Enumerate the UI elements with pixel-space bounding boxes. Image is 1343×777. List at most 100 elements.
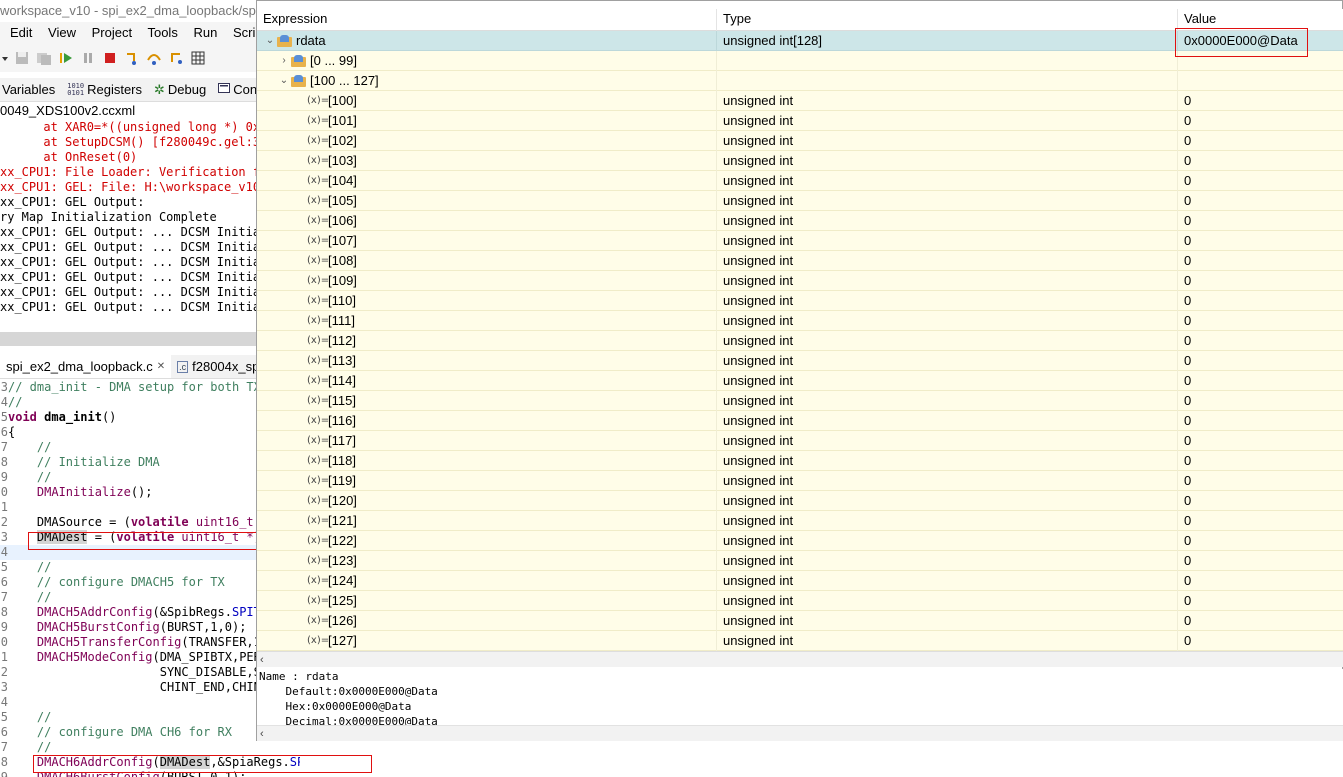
step-into-icon[interactable] [124, 50, 140, 66]
tab-debug[interactable]: ✲ Debug [148, 78, 212, 101]
element-value[interactable]: 0 [1178, 111, 1343, 131]
element-row[interactable]: (x)= [122] unsigned int 0 [257, 531, 1343, 551]
element-row[interactable]: (x)= [105] unsigned int 0 [257, 191, 1343, 211]
suspend-icon[interactable] [80, 50, 96, 66]
code-line[interactable]: 0 DMACH5TransferConfig(TRANSFER,1 [0, 635, 300, 650]
element-row[interactable]: (x)= [116] unsigned int 0 [257, 411, 1343, 431]
group-row[interactable]: ⌄ [100 ... 127] [257, 71, 1343, 91]
element-value[interactable]: 0 [1178, 151, 1343, 171]
tab-registers[interactable]: 1010 0101 Registers [61, 78, 148, 101]
element-value[interactable]: 0 [1178, 211, 1343, 231]
element-value[interactable]: 0 [1178, 471, 1343, 491]
element-row[interactable]: (x)= [111] unsigned int 0 [257, 311, 1343, 331]
element-row[interactable]: (x)= [125] unsigned int 0 [257, 591, 1343, 611]
element-value[interactable]: 0 [1178, 271, 1343, 291]
close-icon[interactable]: ✕ [157, 361, 165, 372]
step-return-icon[interactable] [168, 50, 184, 66]
element-row[interactable]: (x)= [124] unsigned int 0 [257, 571, 1343, 591]
code-line[interactable]: 9 DMACH5BurstConfig(BURST,1,0); [0, 620, 300, 635]
code-line[interactable]: 8 DMACH5AddrConfig(&SpibRegs.SPIT [0, 605, 300, 620]
code-line[interactable]: 5 // [0, 710, 300, 725]
element-row[interactable]: (x)= [110] unsigned int 0 [257, 291, 1343, 311]
element-row[interactable]: (x)= [112] unsigned int 0 [257, 331, 1343, 351]
element-row[interactable]: (x)= [103] unsigned int 0 [257, 151, 1343, 171]
menu-view[interactable]: View [48, 25, 76, 40]
element-row[interactable]: (x)= [118] unsigned int 0 [257, 451, 1343, 471]
element-value[interactable]: 0 [1178, 571, 1343, 591]
code-line[interactable]: 4// [0, 395, 300, 410]
code-line[interactable]: 2 SYNC_DISABLE,S [0, 665, 300, 680]
code-line[interactable]: 7 // [0, 590, 300, 605]
code-line[interactable]: 6 // configure DMACH5 for TX [0, 575, 300, 590]
element-row[interactable]: (x)= [102] unsigned int 0 [257, 131, 1343, 151]
element-row[interactable]: (x)= [126] unsigned int 0 [257, 611, 1343, 631]
code-line[interactable]: 6 // configure DMA CH6 for RX [0, 725, 300, 740]
code-line[interactable]: 7 // [0, 740, 300, 755]
element-value[interactable]: 0 [1178, 431, 1343, 451]
element-value[interactable]: 0 [1178, 391, 1343, 411]
menu-run[interactable]: Run [193, 25, 217, 40]
element-row[interactable]: (x)= [114] unsigned int 0 [257, 371, 1343, 391]
element-row[interactable]: (x)= [101] unsigned int 0 [257, 111, 1343, 131]
collapse-arrow-icon[interactable]: ⌄ [277, 71, 291, 91]
save-icon[interactable] [14, 50, 30, 66]
resume-icon[interactable] [58, 50, 74, 66]
code-line[interactable]: 8 // Initialize DMA [0, 455, 300, 470]
terminate-icon[interactable] [102, 50, 118, 66]
save-all-icon[interactable] [36, 50, 52, 66]
tab-f28004x-spi[interactable]: .c f28004x_spi [171, 355, 268, 378]
element-row[interactable]: (x)= [106] unsigned int 0 [257, 211, 1343, 231]
code-line[interactable]: 2 DMASource = (volatile uint16_t [0, 515, 300, 530]
scroll-left-icon[interactable]: ‹ [260, 652, 264, 668]
code-editor[interactable]: 3// dma_init - DMA setup for both TX 4//5… [0, 380, 300, 777]
element-row[interactable]: (x)= [123] unsigned int 0 [257, 551, 1343, 571]
code-line[interactable]: 9 // [0, 470, 300, 485]
element-value[interactable]: 0 [1178, 371, 1343, 391]
code-line[interactable]: 1 DMACH5ModeConfig(DMA_SPIBTX,PER [0, 650, 300, 665]
element-row[interactable]: (x)= [113] unsigned int 0 [257, 351, 1343, 371]
element-value[interactable]: 0 [1178, 511, 1343, 531]
element-value[interactable]: 0 [1178, 551, 1343, 571]
memory-grid-icon[interactable] [190, 50, 206, 66]
element-row[interactable]: (x)= [117] unsigned int 0 [257, 431, 1343, 451]
menu-project[interactable]: Project [92, 25, 132, 40]
scroll-left-icon[interactable]: ‹ [260, 726, 264, 742]
element-row[interactable]: (x)= [119] unsigned int 0 [257, 471, 1343, 491]
element-row[interactable]: (x)= [109] unsigned int 0 [257, 271, 1343, 291]
dropdown-icon[interactable] [2, 50, 8, 66]
element-value[interactable]: 0 [1178, 411, 1343, 431]
details-scrollbar[interactable]: ‹ [257, 725, 1343, 741]
collapse-arrow-icon[interactable]: ⌄ [263, 31, 277, 51]
element-value[interactable]: 0 [1178, 351, 1343, 371]
code-line[interactable]: 6{ [0, 425, 300, 440]
element-value[interactable]: 0 [1178, 451, 1343, 471]
element-row[interactable]: (x)= [115] unsigned int 0 [257, 391, 1343, 411]
element-value[interactable]: 0 [1178, 311, 1343, 331]
code-line[interactable]: 5 // [0, 560, 300, 575]
element-value[interactable]: 0 [1178, 251, 1343, 271]
tab-variables[interactable]: Variables [0, 78, 61, 101]
code-line[interactable]: 1 [0, 500, 300, 515]
element-row[interactable]: (x)= [127] unsigned int 0 [257, 631, 1343, 651]
menu-tools[interactable]: Tools [147, 25, 177, 40]
element-row[interactable]: (x)= [100] unsigned int 0 [257, 91, 1343, 111]
expand-arrow-icon[interactable]: › [277, 51, 291, 71]
code-line[interactable]: 7 // [0, 440, 300, 455]
tab-spi-ex2-dma-loopback[interactable]: spi_ex2_dma_loopback.c ✕ [0, 355, 172, 378]
element-value[interactable]: 0 [1178, 231, 1343, 251]
element-value[interactable]: 0 [1178, 131, 1343, 151]
element-value[interactable]: 0 [1178, 611, 1343, 631]
element-value[interactable]: 0 [1178, 191, 1343, 211]
element-row[interactable]: (x)= [120] unsigned int 0 [257, 491, 1343, 511]
element-value[interactable]: 0 [1178, 331, 1343, 351]
menu-edit[interactable]: Edit [10, 25, 32, 40]
element-value[interactable]: 0 [1178, 531, 1343, 551]
code-line[interactable]: 0 DMAInitialize(); [0, 485, 300, 500]
code-line[interactable]: 4 [0, 695, 300, 710]
element-value[interactable]: 0 [1178, 591, 1343, 611]
column-expression[interactable]: Expression [257, 9, 717, 31]
step-over-icon[interactable] [146, 50, 162, 66]
panel-splitter[interactable] [0, 332, 300, 346]
element-row[interactable]: (x)= [104] unsigned int 0 [257, 171, 1343, 191]
element-value[interactable]: 0 [1178, 491, 1343, 511]
